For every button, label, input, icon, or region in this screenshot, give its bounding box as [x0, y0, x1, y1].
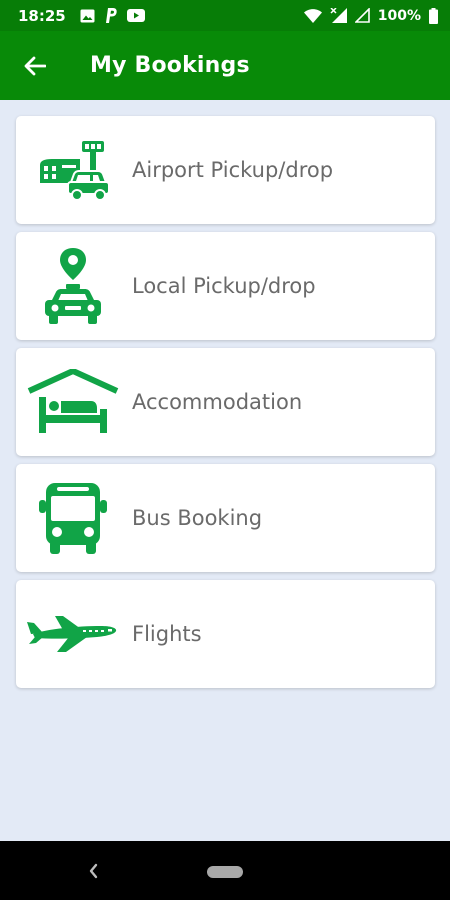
booking-card-flights[interactable]: Flights	[16, 580, 435, 688]
wifi-icon	[303, 8, 322, 23]
booking-label: Airport Pickup/drop	[132, 158, 334, 182]
hotel-bed-icon	[27, 369, 119, 433]
booking-label: Accommodation	[132, 390, 303, 414]
airport-taxi-icon	[40, 141, 110, 201]
local-taxi-icon	[45, 248, 101, 324]
arrow-back-icon	[24, 56, 46, 75]
back-button[interactable]	[6, 31, 64, 100]
image-icon	[80, 9, 95, 22]
booking-card-accommodation[interactable]: Accommodation	[16, 348, 435, 456]
battery-percent: 100%	[377, 7, 421, 24]
bookings-list: Airport Pickup/drop Local Pickup/drop Ac…	[16, 116, 435, 696]
booking-label: Local Pickup/drop	[132, 274, 316, 298]
booking-label: Flights	[132, 622, 202, 646]
signal-icon	[330, 8, 347, 23]
youtube-icon	[126, 9, 145, 22]
battery-icon	[429, 7, 438, 24]
signal-empty-icon	[354, 8, 370, 23]
app-bar: My Bookings	[0, 31, 450, 100]
status-time: 18:25	[18, 6, 66, 25]
parking-icon	[105, 8, 117, 23]
status-bar: 18:25 100%	[0, 0, 450, 31]
airplane-icon	[27, 616, 117, 652]
booking-card-bus[interactable]: Bus Booking	[16, 464, 435, 572]
booking-card-local[interactable]: Local Pickup/drop	[16, 232, 435, 340]
bus-icon	[39, 483, 107, 554]
system-nav-bar	[0, 841, 450, 900]
nav-back-icon[interactable]	[85, 860, 101, 882]
booking-card-airport[interactable]: Airport Pickup/drop	[16, 116, 435, 224]
nav-home-button[interactable]	[207, 866, 243, 878]
booking-label: Bus Booking	[132, 506, 263, 530]
page-title: My Bookings	[90, 53, 250, 78]
